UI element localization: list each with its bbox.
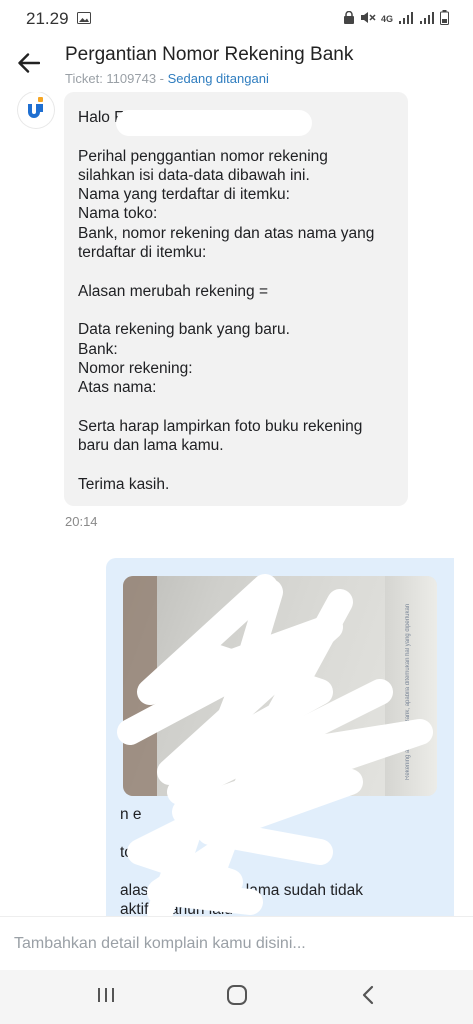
message-line: Alasan merubah rekening = [78, 282, 268, 300]
message-line: Atas nama: [78, 379, 157, 397]
ticket-number: Ticket: 1109743 [65, 71, 157, 86]
message-line: silahkan isi data-data dibawah ini. [78, 166, 310, 184]
home-icon [226, 984, 248, 1011]
message-line [78, 397, 394, 416]
status-bar: 21.29 4G [0, 0, 473, 38]
message-time: 20:14 [65, 514, 98, 529]
message-line [78, 455, 394, 474]
page-title: Pergantian Nomor Rekening Bank [65, 44, 354, 65]
clock: 21.29 [26, 9, 69, 28]
home-button[interactable] [207, 977, 267, 1017]
image-icon [76, 9, 91, 29]
outgoing-line: aktif 4 tahun lalu [120, 901, 233, 916]
separator: - [156, 71, 168, 86]
incoming-message: Halo F Perihal penggantian nomor rekening… [64, 92, 408, 506]
photo-page-edge [385, 576, 437, 796]
message-line: Perihal penggantian nomor rekening [78, 147, 328, 165]
nav-back-button[interactable] [338, 977, 398, 1017]
message-line: Nama toko: [78, 205, 158, 223]
message-line: Bank: [78, 340, 118, 358]
arrow-left-icon [18, 52, 41, 78]
outgoing-line: toko [120, 844, 150, 861]
ticket-header: Pergantian Nomor Rekening Bank Ticket: 1… [0, 40, 473, 92]
redaction-mark [116, 110, 312, 136]
mute-icon [360, 11, 376, 27]
itemku-logo-icon [25, 96, 47, 125]
message-line: Nama yang terdaftar di itemku: [78, 186, 290, 204]
back-button[interactable] [14, 50, 44, 80]
ticket-subtitle: Ticket: 1109743 - Sedang ditangani [65, 71, 269, 86]
attachment-photo[interactable]: Rekening atas nama Bank, apabila ditemuk… [123, 576, 437, 796]
message-line [78, 301, 394, 320]
message-line: Nomor rekening: [78, 359, 193, 377]
composer [0, 916, 473, 970]
recent-apps-button[interactable] [76, 977, 136, 1017]
agent-avatar [18, 92, 54, 128]
outgoing-message: Rekening atas nama Bank, apabila ditemuk… [106, 558, 454, 916]
message-line [78, 262, 394, 281]
message-line: Data rekening bank yang baru. [78, 321, 290, 339]
outgoing-line: alasan m ekening lama sudah tidak [120, 882, 363, 899]
ticket-status[interactable]: Sedang ditangani [168, 71, 269, 86]
message-line: Terima kasih. [78, 475, 170, 493]
outgoing-line: n e [120, 806, 142, 823]
back-chevron-icon [361, 985, 375, 1010]
message-line: baru dan lama kamu. [78, 437, 224, 455]
message-line: Bank, nomor rekening dan atas nama yang [78, 224, 375, 242]
complaint-input[interactable] [14, 931, 454, 957]
signal-icon [398, 11, 414, 27]
signal-icon-2 [419, 11, 435, 27]
chat-thread[interactable]: Halo F Perihal penggantian nomor rekening… [0, 92, 473, 916]
battery-icon [440, 10, 449, 28]
message-line: Serta harap lampirkan foto buku rekening [78, 417, 363, 435]
recent-apps-icon [96, 986, 116, 1009]
system-nav-bar [0, 970, 473, 1024]
photo-caption: Rekening atas nama Bank, apabila ditemuk… [405, 603, 411, 780]
message-line: terdaftar di itemku: [78, 244, 207, 262]
network-label: 4G [380, 14, 393, 24]
photo-shadow [123, 576, 157, 796]
lock-icon [343, 10, 355, 27]
